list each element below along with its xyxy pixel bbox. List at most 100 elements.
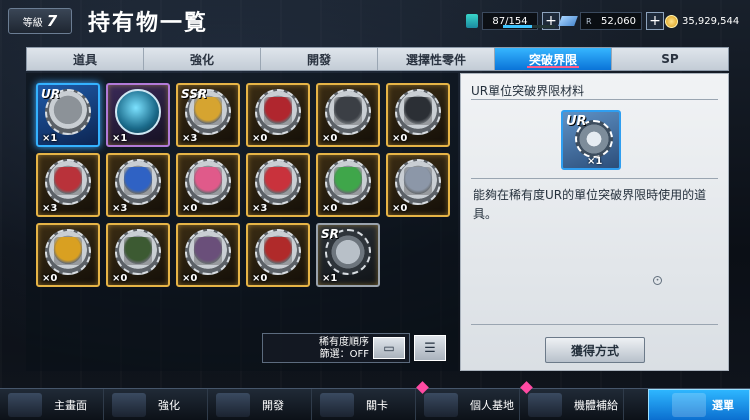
sort-label: 稀有度順序 篩選：OFF	[269, 337, 369, 361]
robot-figure-icon	[124, 167, 152, 195]
item-count: ×0	[182, 203, 198, 214]
energy-icon	[466, 14, 478, 28]
item-slot[interactable]: ×0	[386, 83, 450, 147]
nav-label: 強化	[158, 399, 180, 412]
header: 等級 7 持有物一覧 87/154 + R 52,060 + 35,929,54…	[0, 0, 750, 44]
item-slot[interactable]: ×3	[106, 153, 170, 217]
nav-stage[interactable]: 關卡	[312, 389, 416, 420]
robot-figure-icon	[194, 167, 222, 195]
nav-supply[interactable]: 機體補給	[520, 381, 624, 420]
robot-figure-icon	[264, 97, 292, 125]
tab-0[interactable]: 道具	[27, 48, 144, 70]
robot-figure-icon	[54, 167, 82, 195]
item-count: ×3	[252, 203, 268, 214]
energy-bar	[503, 25, 555, 28]
item-count: ×0	[252, 133, 268, 144]
item-slot[interactable]: ×3	[36, 153, 100, 217]
robot-figure-icon	[264, 167, 292, 195]
coin-resource: 35,929,544	[665, 12, 739, 30]
item-slot[interactable]: SSR ×3	[176, 83, 240, 147]
robot-figure-icon	[404, 97, 432, 125]
item-count: ×0	[322, 203, 338, 214]
item-slot[interactable]: ×0	[176, 153, 240, 217]
item-count: ×0	[42, 273, 58, 284]
nav-base[interactable]: 個人基地	[416, 381, 520, 420]
nav-label: 開發	[262, 399, 284, 412]
item-count: ×0	[112, 273, 128, 284]
nav-label: 機體補給	[574, 399, 618, 412]
item-slot[interactable]: ×0	[316, 83, 380, 147]
detail-rarity: UR	[566, 114, 587, 129]
card-view-icon: ▭	[383, 341, 395, 355]
item-rarity: SSR	[181, 87, 208, 101]
energy-box: 87/154	[482, 12, 555, 30]
item-count: ×1	[42, 133, 58, 144]
item-count: ×0	[392, 203, 408, 214]
robot-figure-icon	[264, 237, 292, 265]
base-icon	[424, 393, 458, 417]
item-count: ×0	[252, 273, 268, 284]
menu-icon	[672, 393, 706, 417]
filter-status-label: 篩選：OFF	[319, 349, 369, 360]
category-tabs: 道具 強化 開發 選擇性零件 突破界限 SP	[26, 47, 729, 71]
detail-description: 能夠在稀有度UR的單位突破界限時使用的道具。	[473, 188, 707, 221]
item-count: ×0	[322, 133, 338, 144]
nav-label: 主畫面	[54, 399, 87, 412]
obtain-method-button[interactable]: 獲得方式	[545, 337, 645, 363]
coin-value: 35,929,544	[682, 15, 740, 27]
item-count: ×0	[182, 273, 198, 284]
item-slot[interactable]: ×0	[386, 153, 450, 217]
item-grid-panel: UR ×1 ×1 SSR ×3 ×0 ×0 ×0 ×3 ×3 ×0 ×3 ×0 ×0 ×0 ×0 ×0 ×0 SR ×…	[26, 73, 458, 371]
nav-menu[interactable]: 選單	[648, 389, 750, 420]
item-slot[interactable]: ×0	[246, 83, 310, 147]
nav-label: 選單	[712, 399, 734, 412]
tab-2[interactable]: 開發	[261, 48, 378, 70]
detail-divider	[471, 324, 718, 325]
item-rarity: UR	[41, 87, 60, 101]
gem-box: R 52,060	[580, 12, 642, 30]
gem-icon	[558, 16, 578, 26]
nav-enhance[interactable]: 強化	[104, 389, 208, 420]
item-count: ×3	[182, 133, 198, 144]
coin-icon	[665, 14, 678, 28]
item-slot[interactable]: UR ×1	[36, 83, 100, 147]
item-slot[interactable]: ×3	[246, 153, 310, 217]
gem-value: 52,060	[601, 15, 636, 27]
develop-icon	[216, 393, 250, 417]
item-detail-panel: UR單位突破界限材料 UR ×1 能夠在稀有度UR的單位突破界限時使用的道具。 …	[460, 73, 729, 371]
item-slot[interactable]: ×0	[176, 223, 240, 287]
nav-home[interactable]: 主畫面	[0, 389, 104, 420]
gem-resource: R 52,060 +	[558, 12, 664, 30]
add-gem-button[interactable]: +	[646, 12, 664, 30]
sort-panel: 稀有度順序 篩選：OFF ▭	[262, 333, 410, 363]
filter-list-icon: ☰	[424, 340, 436, 356]
item-slot[interactable]: ×1	[106, 83, 170, 147]
item-count: ×0	[392, 133, 408, 144]
tab-3[interactable]: 選擇性零件	[378, 48, 495, 70]
enhance-icon	[112, 393, 146, 417]
robot-figure-icon	[334, 97, 362, 125]
detail-title: UR單位突破界限材料	[471, 84, 585, 98]
filter-button[interactable]: ☰	[414, 335, 446, 361]
item-slot[interactable]: ×0	[316, 153, 380, 217]
detail-divider	[471, 99, 718, 100]
nav-develop[interactable]: 開發	[208, 389, 312, 420]
item-slot[interactable]: ×0	[106, 223, 170, 287]
scroll-indicator-icon: •	[653, 276, 662, 285]
part-icon	[115, 89, 161, 135]
item-slot[interactable]: ×0	[246, 223, 310, 287]
robot-figure-icon	[124, 237, 152, 265]
item-slot[interactable]: SR ×1	[316, 223, 380, 287]
item-count: ×3	[112, 203, 128, 214]
robot-figure-icon	[54, 237, 82, 265]
item-slot[interactable]: ×0	[36, 223, 100, 287]
item-count: ×1	[112, 133, 128, 144]
tab-4[interactable]: 突破界限	[495, 48, 612, 70]
tab-1[interactable]: 強化	[144, 48, 261, 70]
sort-toggle-button[interactable]: ▭	[373, 337, 405, 359]
tab-5[interactable]: SP	[612, 48, 728, 70]
back-button[interactable]: 等級 7	[8, 8, 72, 34]
gem-prefix: R	[586, 16, 592, 26]
nav-label: 個人基地	[470, 399, 514, 412]
item-rarity: SR	[321, 227, 339, 241]
